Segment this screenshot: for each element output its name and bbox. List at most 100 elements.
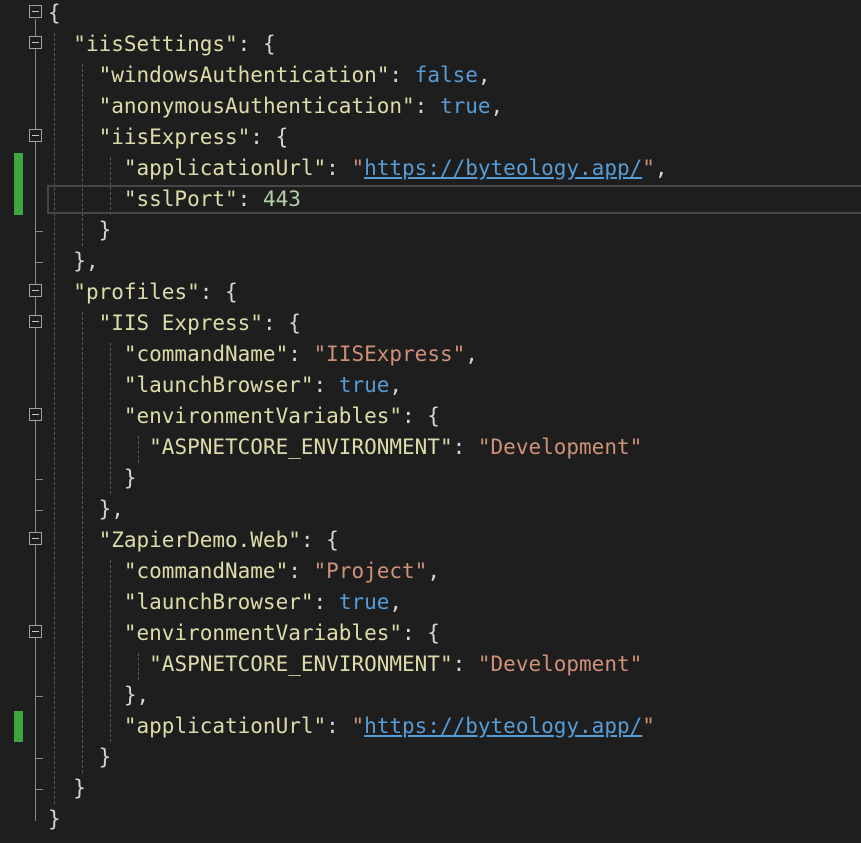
- change-marker: [14, 153, 23, 184]
- code-token: true: [338, 590, 390, 614]
- code-line[interactable]: },: [0, 246, 861, 277]
- fold-end-tick: [35, 789, 43, 790]
- code-token: "anonymousAuthentication": [98, 94, 415, 118]
- code-text: }: [48, 215, 112, 246]
- collapse-icon[interactable]: [29, 625, 42, 638]
- code-token: "launchBrowser": [123, 590, 314, 614]
- code-token: "windowsAuthentication": [98, 63, 390, 87]
- code-token: "Development": [477, 652, 643, 676]
- code-token: "ASPNETCORE_ENVIRONMENT": [149, 435, 453, 459]
- code-line[interactable]: },: [0, 680, 861, 711]
- code-token: ,: [490, 94, 504, 118]
- collapse-icon[interactable]: [29, 284, 42, 297]
- fold-end-tick: [35, 479, 43, 480]
- code-line[interactable]: "ASPNETCORE_ENVIRONMENT": "Development": [0, 649, 861, 680]
- code-token: :: [389, 63, 415, 87]
- code-line[interactable]: }: [0, 804, 861, 835]
- code-text: "ASPNETCORE_ENVIRONMENT": "Development": [48, 432, 642, 463]
- code-token: : {: [250, 125, 289, 149]
- code-line[interactable]: }: [0, 773, 861, 804]
- code-token: :: [452, 435, 478, 459]
- collapse-icon[interactable]: [29, 129, 42, 142]
- code-line[interactable]: "IIS Express": {: [0, 308, 861, 339]
- change-marker: [14, 711, 23, 742]
- code-text: }: [48, 773, 86, 804]
- code-line[interactable]: "commandName": "Project",: [0, 556, 861, 587]
- change-marker: [14, 184, 23, 215]
- code-line[interactable]: }: [0, 742, 861, 773]
- collapse-icon[interactable]: [29, 36, 42, 49]
- code-token: : {: [300, 528, 339, 552]
- code-token: :: [288, 342, 314, 366]
- code-line[interactable]: "applicationUrl": "https://byteology.app…: [0, 711, 861, 742]
- code-token: "environmentVariables": [123, 621, 403, 645]
- code-line[interactable]: "sslPort": 443: [0, 184, 861, 215]
- collapse-icon[interactable]: [29, 5, 42, 18]
- code-token: ,: [427, 559, 440, 583]
- code-token: : {: [237, 32, 276, 56]
- code-line[interactable]: {: [0, 0, 861, 29]
- code-token: ": [351, 156, 365, 180]
- code-line[interactable]: "environmentVariables": {: [0, 401, 861, 432]
- code-line[interactable]: "profiles": {: [0, 277, 861, 308]
- code-token: ,: [477, 63, 491, 87]
- code-token: false: [414, 63, 478, 87]
- code-text: },: [48, 246, 98, 277]
- code-line[interactable]: },: [0, 494, 861, 525]
- code-text: },: [48, 494, 124, 525]
- code-line[interactable]: "launchBrowser": true,: [0, 370, 861, 401]
- code-line[interactable]: "ASPNETCORE_ENVIRONMENT": "Development": [0, 432, 861, 463]
- code-line[interactable]: "anonymousAuthentication": true,: [0, 91, 861, 122]
- code-line[interactable]: "launchBrowser": true,: [0, 587, 861, 618]
- code-line[interactable]: "ZapierDemo.Web": {: [0, 525, 861, 556]
- collapse-icon[interactable]: [29, 408, 42, 421]
- code-text: "commandName": "IISExpress",: [48, 339, 478, 370]
- code-token: "launchBrowser": [123, 373, 314, 397]
- code-text: "anonymousAuthentication": true,: [48, 91, 504, 122]
- collapse-icon[interactable]: [29, 532, 42, 545]
- code-line[interactable]: "commandName": "IISExpress",: [0, 339, 861, 370]
- fold-end-tick: [35, 262, 43, 263]
- code-line[interactable]: "environmentVariables": {: [0, 618, 861, 649]
- code-token: true: [439, 94, 491, 118]
- code-line[interactable]: }: [0, 463, 861, 494]
- code-line[interactable]: "iisSettings": {: [0, 29, 861, 60]
- code-text: }: [48, 463, 137, 494]
- code-text: "profiles": {: [48, 277, 237, 308]
- code-line[interactable]: "applicationUrl": "https://byteology.app…: [0, 153, 861, 184]
- code-token: "environmentVariables": [123, 404, 403, 428]
- code-line[interactable]: }: [0, 215, 861, 246]
- code-token: "applicationUrl": [123, 714, 327, 738]
- code-text: }: [48, 804, 61, 835]
- code-line[interactable]: "windowsAuthentication": false,: [0, 60, 861, 91]
- code-token: true: [338, 373, 390, 397]
- code-token: "applicationUrl": [123, 156, 327, 180]
- code-token: ": [642, 156, 655, 180]
- url-link[interactable]: https://byteology.app/: [364, 156, 642, 180]
- url-link[interactable]: https://byteology.app/: [364, 714, 642, 738]
- code-text: {: [48, 0, 61, 29]
- code-token: "profiles": [73, 280, 200, 304]
- code-text: "launchBrowser": true,: [48, 587, 402, 618]
- code-editor[interactable]: { "iisSettings": { "windowsAuthenticatio…: [0, 0, 861, 843]
- code-token: }: [48, 776, 86, 800]
- code-token: ,: [654, 156, 668, 180]
- collapse-icon[interactable]: [29, 315, 42, 328]
- code-token: }: [48, 745, 112, 769]
- code-token: ": [642, 714, 655, 738]
- code-token: ": [351, 714, 365, 738]
- code-text: "iisExpress": {: [48, 122, 289, 153]
- code-token: {: [48, 1, 61, 25]
- code-token: "IIS Express": [98, 311, 263, 335]
- fold-end-tick: [35, 510, 43, 511]
- code-line[interactable]: "iisExpress": {: [0, 122, 861, 153]
